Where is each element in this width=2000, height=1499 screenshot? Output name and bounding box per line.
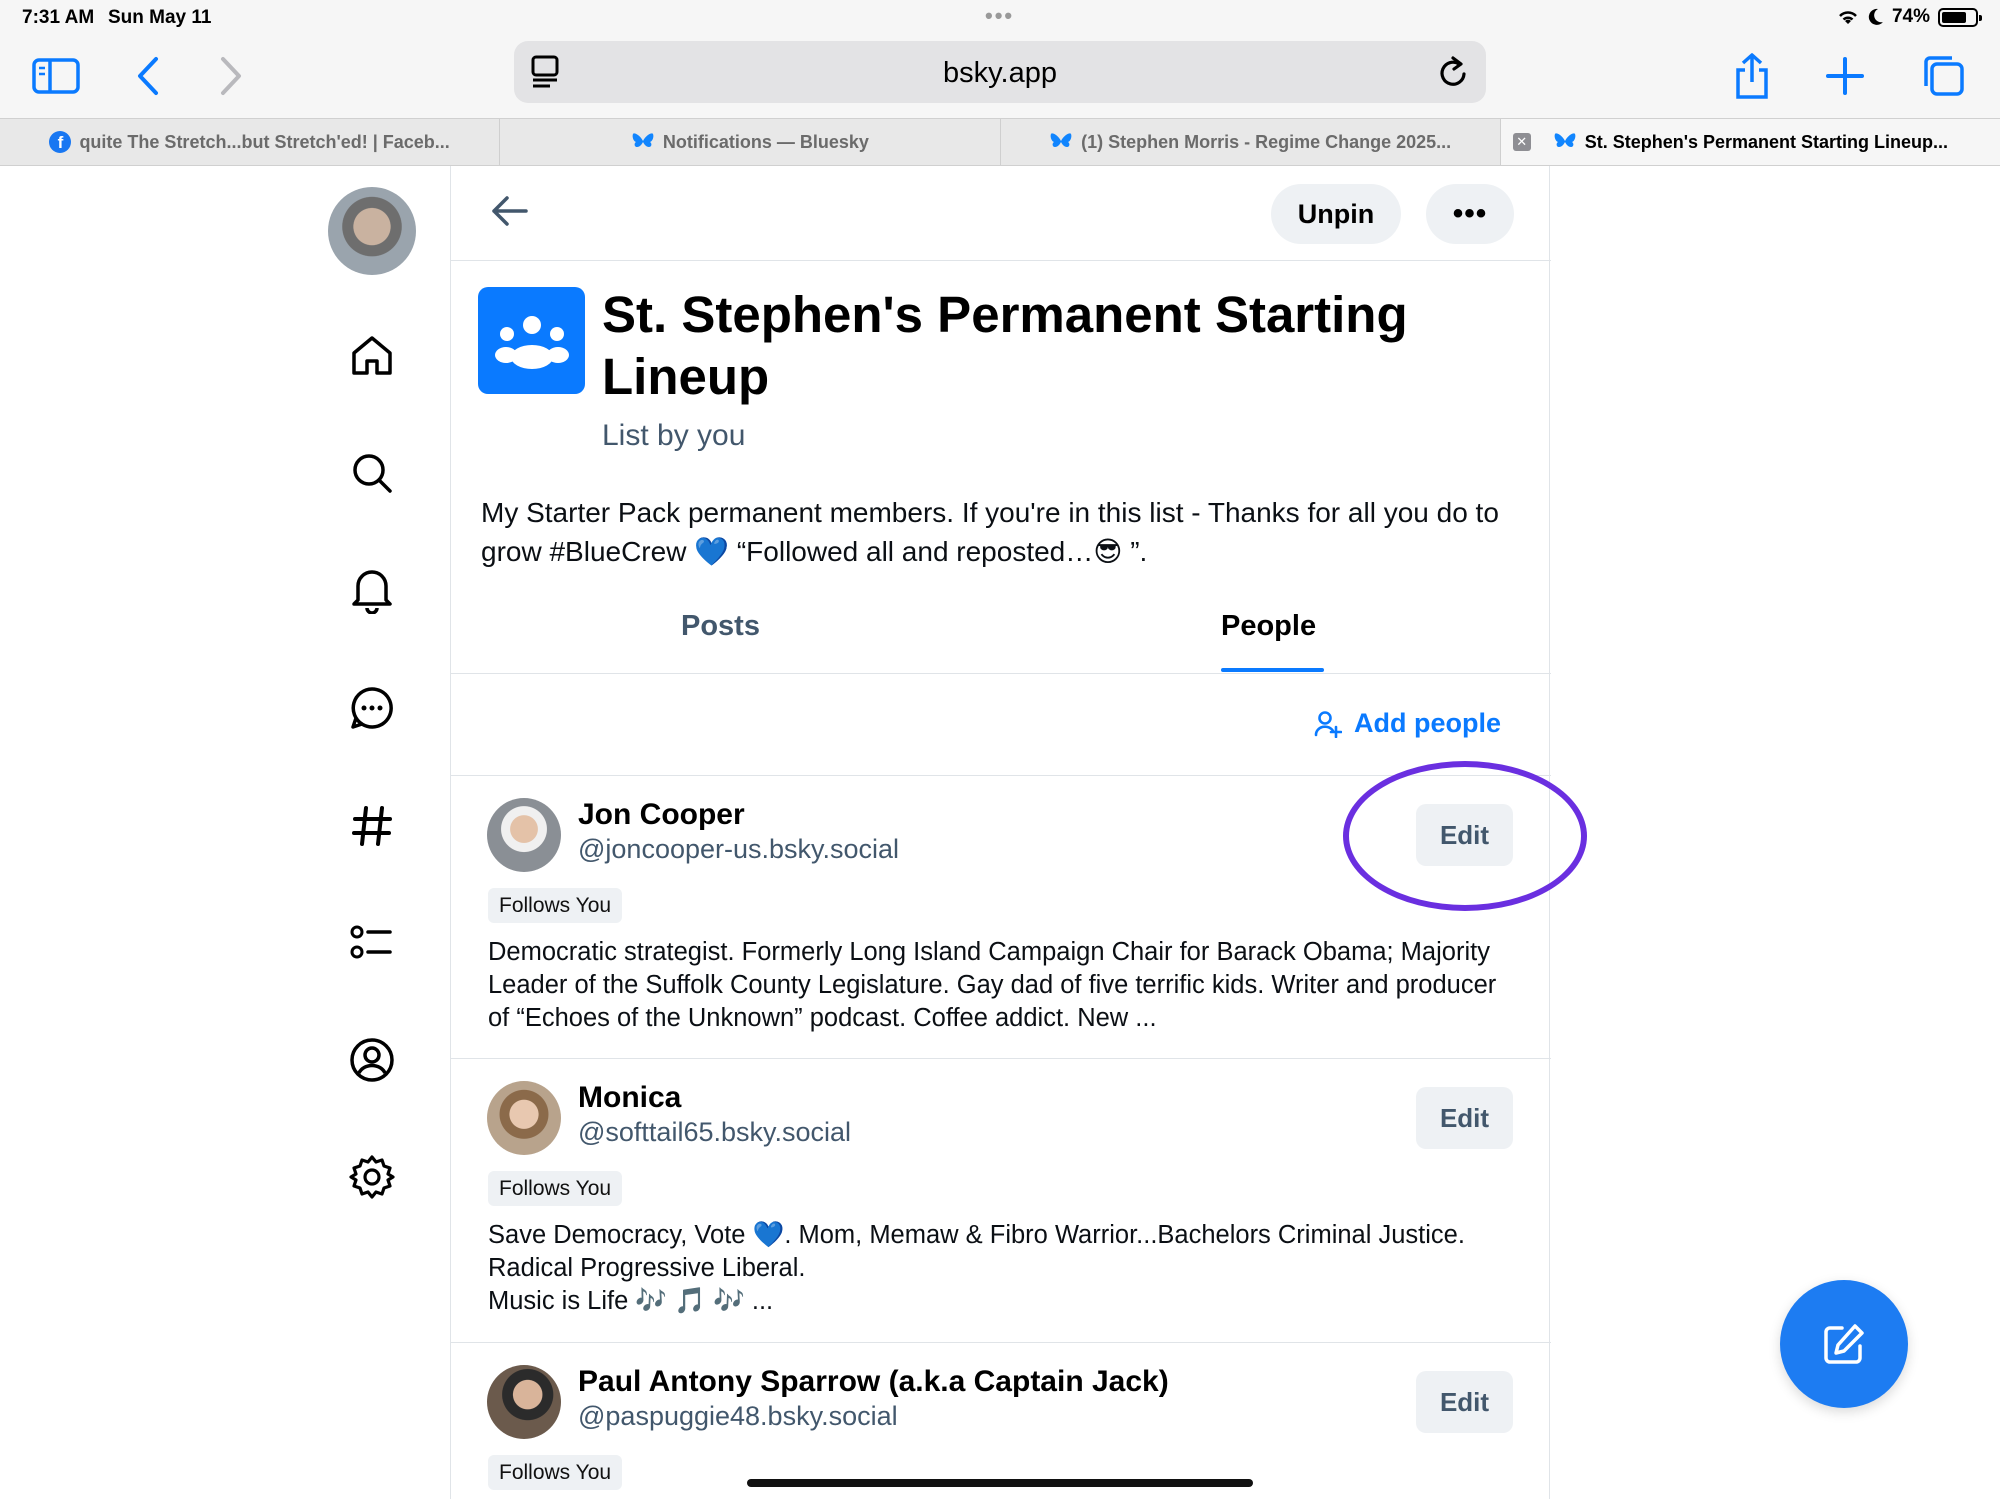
follows-you-badge: Follows You bbox=[488, 888, 623, 923]
profile-icon[interactable] bbox=[343, 1031, 401, 1089]
battery-icon bbox=[1938, 7, 1982, 27]
edit-member-button[interactable]: Edit bbox=[1416, 1371, 1513, 1433]
moon-icon bbox=[1868, 8, 1883, 25]
close-tab-icon[interactable]: ✕ bbox=[1512, 133, 1531, 151]
back-nav-icon[interactable] bbox=[120, 48, 176, 104]
browser-tab[interactable]: f quite The Stretch...but Stretch'ed! | … bbox=[0, 119, 501, 165]
bluesky-butterfly-icon bbox=[632, 133, 654, 147]
member-bio: Save Democracy, Vote 💙. Mom, Memaw & Fib… bbox=[488, 1221, 1465, 1315]
member-handle[interactable]: @softtail65.bsky.social bbox=[578, 1117, 851, 1148]
wifi-icon bbox=[1839, 11, 1857, 24]
compose-post-button[interactable] bbox=[1780, 1280, 1908, 1408]
chat-bubble-icon[interactable] bbox=[343, 679, 401, 737]
browser-tab-active[interactable]: ✕ St. Stephen's Permanent Starting Lineu… bbox=[1500, 119, 2000, 165]
status-date: Sun May 11 bbox=[108, 7, 212, 28]
list-byline: List by you bbox=[602, 419, 746, 452]
status-bar: 7:31 AM Sun May 11 ••• 74% bbox=[0, 0, 2000, 34]
list-member-row[interactable]: Monica @softtail65.bsky.social Edit Foll… bbox=[451, 1059, 1551, 1343]
list-tabs: Posts People bbox=[451, 598, 1551, 674]
my-avatar[interactable] bbox=[328, 187, 416, 275]
notifications-bell-icon[interactable] bbox=[343, 561, 401, 619]
list-header-bar: Unpin ••• bbox=[451, 166, 1551, 261]
member-bio: Democratic strategist. Formerly Long Isl… bbox=[488, 938, 1497, 1032]
more-options-button[interactable]: ••• bbox=[1426, 184, 1514, 244]
forward-nav-icon[interactable] bbox=[203, 48, 259, 104]
member-avatar[interactable] bbox=[487, 798, 561, 872]
address-bar[interactable]: bsky.app bbox=[514, 41, 1486, 103]
group-users-icon bbox=[494, 315, 569, 369]
member-handle[interactable]: @joncooper-us.bsky.social bbox=[578, 834, 899, 865]
search-icon[interactable] bbox=[343, 444, 401, 502]
status-time: 7:31 AM bbox=[22, 7, 95, 28]
back-arrow-icon[interactable] bbox=[491, 194, 529, 228]
reload-icon[interactable] bbox=[1436, 54, 1470, 90]
browser-tab[interactable]: Notifications — Bluesky bbox=[500, 119, 1001, 165]
member-avatar[interactable] bbox=[487, 1081, 561, 1155]
sidebar-toggle-icon[interactable] bbox=[28, 48, 84, 104]
add-user-icon bbox=[1314, 710, 1342, 738]
compose-pencil-icon bbox=[1824, 1324, 1864, 1364]
member-handle[interactable]: @paspuggie48.bsky.social bbox=[578, 1401, 898, 1432]
list-avatar bbox=[478, 287, 585, 394]
member-avatar[interactable] bbox=[487, 1365, 561, 1439]
browser-toolbar: bsky.app bbox=[0, 34, 2000, 118]
facebook-icon: f bbox=[49, 131, 72, 153]
share-icon[interactable] bbox=[1724, 48, 1780, 104]
member-name[interactable]: Jon Cooper bbox=[578, 798, 745, 832]
follows-you-badge: Follows You bbox=[488, 1171, 623, 1206]
edit-member-button[interactable]: Edit bbox=[1416, 1087, 1513, 1149]
member-name[interactable]: Monica bbox=[578, 1081, 681, 1115]
list-member-row[interactable]: Paul Antony Sparrow (a.k.a Captain Jack)… bbox=[451, 1343, 1551, 1499]
browser-tab[interactable]: (1) Stephen Morris - Regime Change 2025.… bbox=[1001, 119, 1501, 165]
unpin-button[interactable]: Unpin bbox=[1271, 184, 1401, 244]
tab-posts[interactable]: Posts bbox=[681, 610, 760, 643]
settings-gear-icon[interactable] bbox=[343, 1148, 401, 1206]
tab-overview-icon[interactable] bbox=[1915, 48, 1971, 104]
browser-tab-strip: f quite The Stretch...but Stretch'ed! | … bbox=[0, 118, 2000, 166]
home-indicator bbox=[747, 1479, 1253, 1487]
battery-percent: 74% bbox=[1891, 6, 1930, 27]
active-tab-indicator bbox=[1221, 668, 1324, 672]
list-description: My Starter Pack permanent members. If yo… bbox=[481, 497, 1499, 567]
add-people-button[interactable]: Add people bbox=[1314, 708, 1501, 739]
member-name[interactable]: Paul Antony Sparrow (a.k.a Captain Jack) bbox=[578, 1365, 1169, 1399]
hashtag-feeds-icon[interactable] bbox=[343, 797, 401, 855]
multitasking-dots-icon[interactable]: ••• bbox=[985, 3, 1014, 29]
highlight-annotation-ring bbox=[1343, 761, 1587, 911]
add-people-row: Add people bbox=[451, 674, 1551, 776]
follows-you-badge: Follows You bbox=[488, 1455, 623, 1490]
bluesky-butterfly-icon bbox=[1554, 133, 1576, 147]
list-title: St. Stephen's Permanent Starting Lineup bbox=[602, 286, 1408, 405]
new-tab-icon[interactable] bbox=[1817, 48, 1873, 104]
bluesky-butterfly-icon bbox=[1050, 133, 1072, 147]
tab-people[interactable]: People bbox=[1221, 610, 1316, 643]
lists-icon[interactable] bbox=[343, 914, 401, 972]
url-domain: bsky.app bbox=[943, 57, 1057, 89]
home-icon[interactable] bbox=[343, 326, 401, 384]
